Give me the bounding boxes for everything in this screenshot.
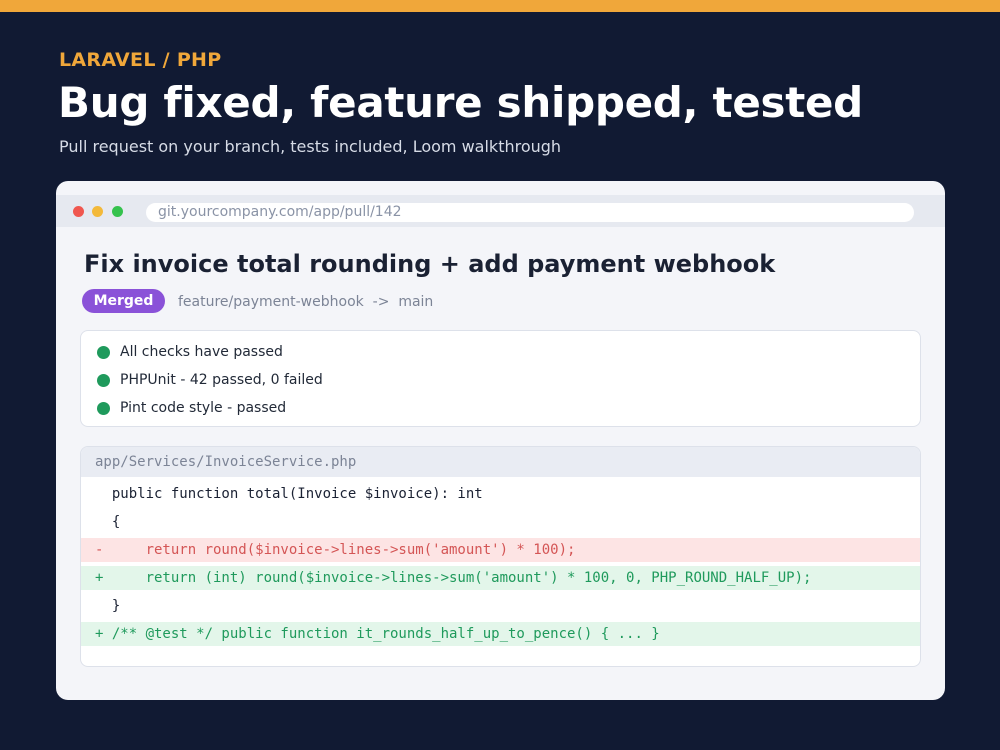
diff-line-removed: - return round($invoice->lines->sum('amo… bbox=[81, 538, 920, 562]
address-bar[interactable]: git.yourcompany.com/app/pull/142 bbox=[146, 203, 914, 222]
check-dot-icon bbox=[97, 345, 110, 359]
checks-panel: All checks have passed PHPUnit - 42 pass… bbox=[80, 330, 921, 427]
diff-line-added: + /** @test */ public function it_rounds… bbox=[81, 622, 920, 646]
minimize-window-icon[interactable] bbox=[92, 206, 103, 217]
page-headline: Bug fixed, feature shipped, tested bbox=[58, 78, 863, 127]
diff-line-context: } bbox=[95, 598, 121, 614]
diff-line-added: + return (int) round($invoice->lines->su… bbox=[81, 566, 920, 590]
maximize-window-icon[interactable] bbox=[112, 206, 123, 217]
check-item: All checks have passed bbox=[97, 342, 283, 362]
accent-top-bar bbox=[0, 0, 1000, 12]
eyebrow-label: LARAVEL / PHP bbox=[59, 49, 222, 71]
check-label: All checks have passed bbox=[120, 344, 283, 360]
diff-line-context: public function total(Invoice $invoice):… bbox=[95, 486, 483, 502]
check-label: PHPUnit - 42 passed, 0 failed bbox=[120, 372, 323, 388]
diff-panel: app/Services/InvoiceService.php public f… bbox=[80, 446, 921, 667]
check-item: Pint code style - passed bbox=[97, 398, 286, 418]
browser-window: git.yourcompany.com/app/pull/142 Fix inv… bbox=[56, 181, 945, 700]
check-dot-icon bbox=[97, 373, 110, 387]
diff-file-path[interactable]: app/Services/InvoiceService.php bbox=[81, 447, 920, 477]
check-dot-icon bbox=[97, 401, 110, 415]
merged-status-badge: Merged bbox=[82, 289, 165, 313]
check-label: Pint code style - passed bbox=[120, 400, 287, 416]
diff-line-context: { bbox=[95, 514, 121, 530]
check-item: PHPUnit - 42 passed, 0 failed bbox=[97, 370, 323, 390]
page-subheadline: Pull request on your branch, tests inclu… bbox=[59, 137, 562, 156]
branch-info: feature/payment-webhook -> main bbox=[178, 294, 434, 310]
pull-request-title: Fix invoice total rounding + add payment… bbox=[84, 250, 776, 278]
close-window-icon[interactable] bbox=[73, 206, 84, 217]
